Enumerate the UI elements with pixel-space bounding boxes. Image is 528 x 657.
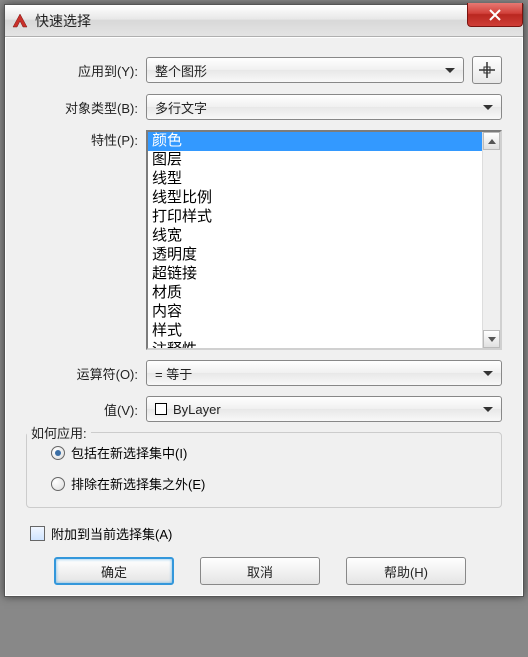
include-radio-row[interactable]: 包括在新选择集中(I) [31,437,497,468]
list-item[interactable]: 样式 [148,322,482,341]
quick-select-dialog: 快速选择 应用到(Y): 整个图形 对象类型(B): [4,4,524,597]
listbox-scrollbar[interactable] [482,132,500,348]
include-label: 包括在新选择集中(I) [71,443,187,462]
dialog-body: 应用到(Y): 整个图形 对象类型(B): 多行文字 [5,37,523,596]
color-swatch-icon [155,403,167,415]
object-type-label: 对象类型(B): [26,98,146,117]
append-checkbox[interactable] [30,526,45,541]
dialog-buttons: 确定 取消 帮助(H) [26,557,502,585]
append-check-row[interactable]: 附加到当前选择集(A) [26,508,502,557]
object-type-combo[interactable]: 多行文字 [146,94,502,120]
list-item[interactable]: 透明度 [148,246,482,265]
titlebar: 快速选择 [5,5,523,37]
operator-combo[interactable]: = 等于 [146,360,502,386]
how-apply-group: 如何应用: 包括在新选择集中(I) 排除在新选择集之外(E) [26,432,502,508]
list-item[interactable]: 打印样式 [148,208,482,227]
include-radio[interactable] [51,446,65,460]
operator-value: = 等于 [155,364,192,383]
value-combo[interactable]: ByLayer [146,396,502,422]
cancel-button[interactable]: 取消 [200,557,320,585]
app-icon [11,12,29,30]
list-item[interactable]: 图层 [148,151,482,170]
list-item[interactable]: 超链接 [148,265,482,284]
ok-button[interactable]: 确定 [54,557,174,585]
value-text: ByLayer [173,402,221,417]
exclude-label: 排除在新选择集之外(E) [71,474,205,493]
operator-label: 运算符(O): [26,364,146,383]
object-type-value: 多行文字 [155,98,207,117]
append-label: 附加到当前选择集(A) [51,524,172,543]
select-objects-button[interactable] [472,56,502,84]
value-label: 值(V): [26,400,146,419]
close-button[interactable] [467,3,523,27]
exclude-radio[interactable] [51,477,65,491]
help-button[interactable]: 帮助(H) [346,557,466,585]
apply-to-label: 应用到(Y): [26,61,146,80]
how-apply-label: 如何应用: [27,423,91,442]
scroll-up-button[interactable] [483,132,500,150]
list-item[interactable]: 内容 [148,303,482,322]
property-listbox[interactable]: 颜色 图层 线型 线型比例 打印样式 线宽 透明度 超链接 材质 内容 样式 注… [146,130,502,350]
list-item[interactable]: 材质 [148,284,482,303]
apply-to-value: 整个图形 [155,61,207,80]
list-item[interactable]: 注释性 [148,341,482,348]
scroll-down-button[interactable] [483,330,500,348]
property-label: 特性(P): [26,130,146,149]
list-item[interactable]: 线型 [148,170,482,189]
list-item[interactable]: 线型比例 [148,189,482,208]
crosshair-icon [479,62,495,78]
apply-to-combo[interactable]: 整个图形 [146,57,464,83]
exclude-radio-row[interactable]: 排除在新选择集之外(E) [31,468,497,499]
list-item[interactable]: 线宽 [148,227,482,246]
window-title: 快速选择 [35,11,91,31]
list-item[interactable]: 颜色 [148,132,482,151]
